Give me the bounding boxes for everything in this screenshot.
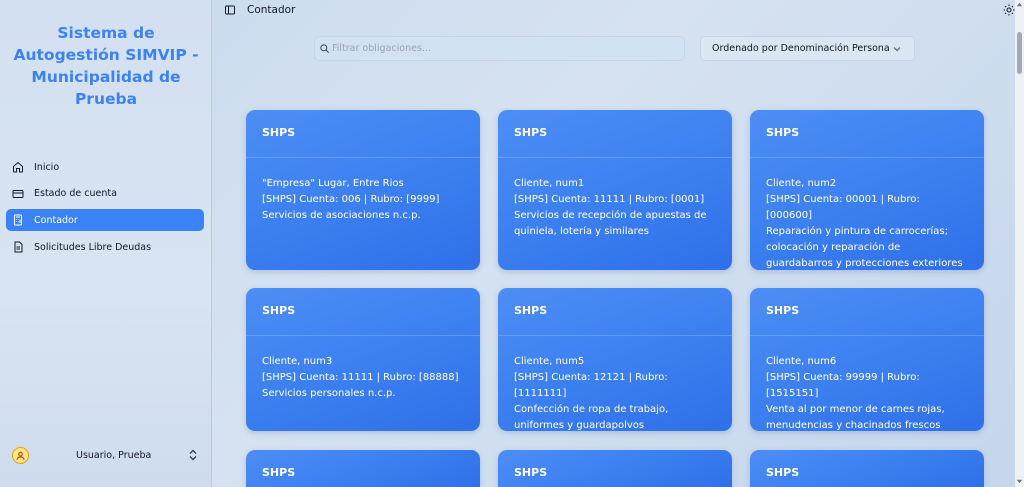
scroll-up-icon[interactable] [1016, 1, 1023, 8]
card-title: SHPS [750, 288, 984, 336]
sidebar: Sistema de Autogestión SIMVIP - Municipa… [0, 0, 212, 487]
user-menu[interactable]: Usuario, Prueba [6, 443, 204, 467]
card-account: [SHPS] Cuenta: 11111 | Rubro: [88888] [262, 372, 459, 383]
chevron-down-icon [893, 47, 901, 52]
card-owner: "Empresa" Lugar, Entre Rios [262, 178, 404, 189]
scrollbar-thumb[interactable] [1017, 32, 1022, 74]
card-activity: Servicios de recepción de apuestas de qu… [514, 210, 707, 237]
card-activity: Venta al por menor de carnes rojas, menu… [766, 404, 945, 431]
home-icon [12, 161, 24, 173]
sidebar-item-label: Contador [34, 214, 78, 226]
card-activity: Servicios de asociaciones n.c.p. [262, 210, 421, 221]
card-activity: Servicios personales n.c.p. [262, 388, 396, 399]
card-account: [SHPS] Cuenta: 99999 | Rubro: [1515151] [766, 372, 920, 399]
obligation-card[interactable]: SHPS Cliente, num5 [SHPS] Cuenta: 12121 … [498, 288, 732, 431]
card-owner: Cliente, num2 [766, 178, 837, 189]
sort-dropdown[interactable]: Ordenado por Denominación Persona [700, 36, 915, 61]
sidebar-item-contador[interactable]: Contador [6, 209, 204, 232]
sidebar-item-label: Estado de cuenta [34, 188, 117, 200]
sidebar-item-estado-de-cuenta[interactable]: Estado de cuenta [6, 183, 204, 205]
obligation-card[interactable]: SHPS [498, 450, 732, 487]
card-owner: Cliente, num5 [514, 356, 585, 367]
card-account: [SHPS] Cuenta: 11111 | Rubro: [0001] [514, 194, 705, 205]
sidebar-item-inicio[interactable]: Inicio [6, 156, 204, 178]
card-body: Cliente, num1 [SHPS] Cuenta: 11111 | Rub… [498, 158, 732, 240]
card-owner: Cliente, num3 [262, 356, 333, 367]
sidebar-toggle-icon[interactable] [224, 4, 236, 16]
card-title: SHPS [498, 110, 732, 158]
user-avatar-icon [12, 446, 29, 464]
obligation-card[interactable]: SHPS [246, 450, 480, 487]
card-body: Cliente, num6 [SHPS] Cuenta: 99999 | Rub… [750, 336, 984, 431]
obligation-card[interactable]: SHPS Cliente, num3 [SHPS] Cuenta: 11111 … [246, 288, 480, 431]
obligation-card[interactable]: SHPS [750, 450, 984, 487]
card-title: SHPS [766, 466, 800, 479]
app-brand-title: Sistema de Autogestión SIMVIP - Municipa… [13, 24, 199, 108]
card-activity: Reparación y pintura de carrocerías; col… [766, 226, 963, 269]
card-title: SHPS [246, 288, 480, 336]
search-box [314, 36, 685, 61]
chevron-up-down-icon [189, 449, 197, 461]
sidebar-nav: Inicio Estado de cuenta Contador Solicit… [6, 156, 204, 263]
obligation-card[interactable]: SHPS Cliente, num6 [SHPS] Cuenta: 99999 … [750, 288, 984, 431]
search-icon [320, 44, 329, 53]
sidebar-item-label: Solicitudes Libre Deudas [34, 241, 152, 253]
card-owner: Cliente, num6 [766, 356, 837, 367]
calculator-icon [12, 214, 24, 226]
card-account: [SHPS] Cuenta: 00001 | Rubro: [000600] [766, 194, 920, 221]
sidebar-item-label: Inicio [34, 161, 60, 173]
card-owner: Cliente, num1 [514, 178, 585, 189]
scroll-down-icon[interactable] [1016, 478, 1023, 485]
document-icon [12, 241, 24, 253]
card-title: SHPS [246, 110, 480, 158]
obligation-card[interactable]: SHPS "Empresa" Lugar, Entre Rios [SHPS] … [246, 110, 480, 270]
card-title: SHPS [498, 288, 732, 336]
sun-icon [1003, 4, 1015, 16]
page-scrollbar[interactable] [1015, 0, 1024, 487]
card-account: [SHPS] Cuenta: 12121 | Rubro: [1111111] [514, 372, 668, 399]
card-body: "Empresa" Lugar, Entre Rios [SHPS] Cuent… [246, 158, 480, 224]
sidebar-item-solicitudes-libre-deudas[interactable]: Solicitudes Libre Deudas [6, 236, 204, 258]
page-title: Contador [247, 4, 296, 16]
card-body: Cliente, num5 [SHPS] Cuenta: 12121 | Rub… [498, 336, 732, 431]
credit-card-icon [12, 188, 24, 200]
card-account: [SHPS] Cuenta: 006 | Rubro: [9999] [262, 194, 440, 205]
card-body: Cliente, num2 [SHPS] Cuenta: 00001 | Rub… [750, 158, 984, 270]
search-input[interactable] [332, 43, 672, 54]
top-bar: Contador [212, 0, 1015, 22]
user-name: Usuario, Prueba [76, 449, 152, 461]
obligation-card[interactable]: SHPS Cliente, num1 [SHPS] Cuenta: 11111 … [498, 110, 732, 270]
card-body: Cliente, num3 [SHPS] Cuenta: 11111 | Rub… [246, 336, 480, 402]
obligation-card[interactable]: SHPS Cliente, num2 [SHPS] Cuenta: 00001 … [750, 110, 984, 270]
card-activity: Confección de ropa de trabajo, uniformes… [514, 404, 669, 431]
card-title: SHPS [750, 110, 984, 158]
sort-dropdown-label: Ordenado por Denominación Persona [712, 43, 890, 54]
card-title: SHPS [262, 466, 296, 479]
card-title: SHPS [514, 466, 548, 479]
